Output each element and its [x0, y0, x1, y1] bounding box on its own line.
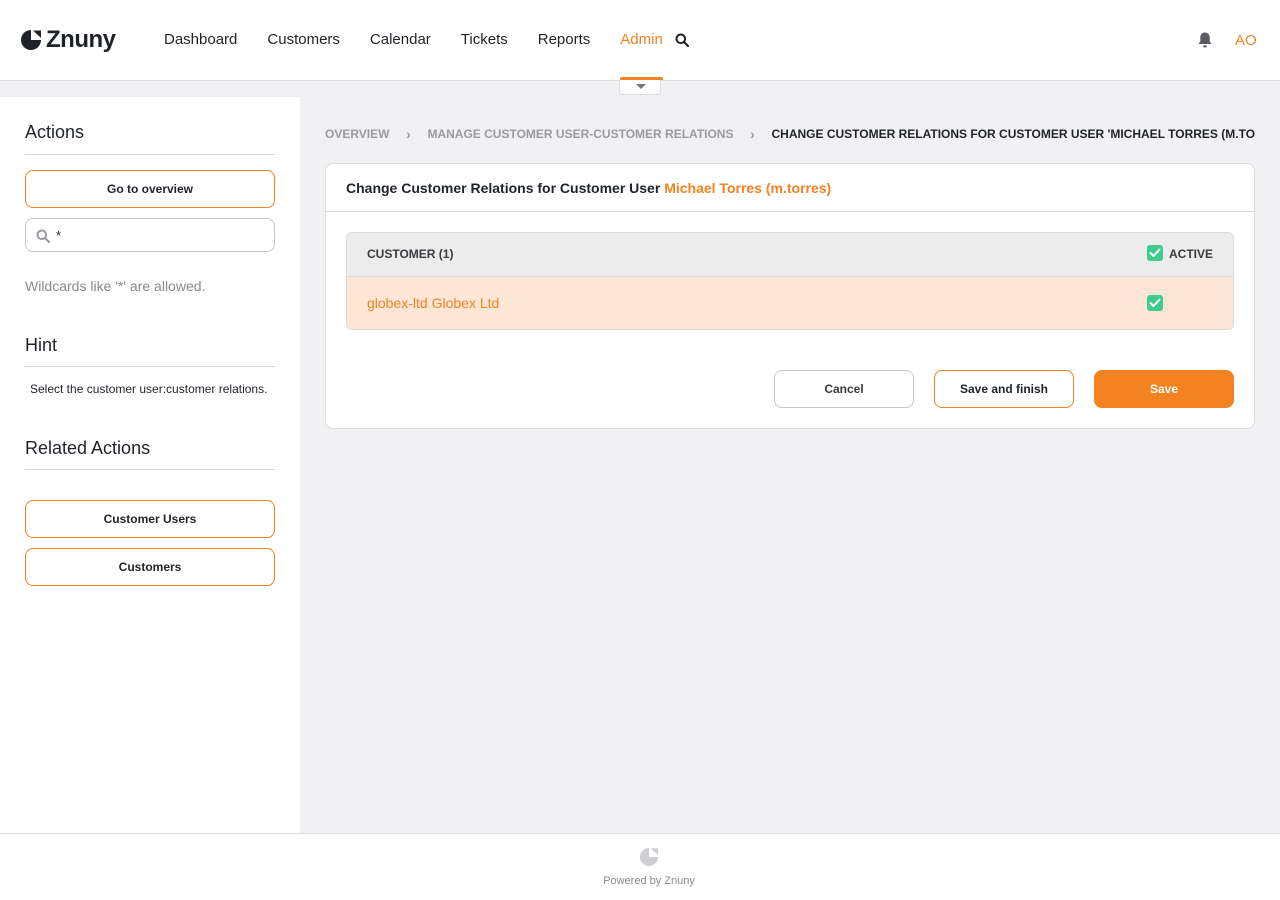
bell-icon[interactable]	[1197, 31, 1213, 49]
chevron-right-icon: ›	[406, 126, 411, 142]
header-collapse-toggle[interactable]	[619, 80, 661, 95]
active-checkbox[interactable]	[1147, 295, 1163, 311]
nav-customers[interactable]: Customers	[267, 0, 340, 80]
divider	[25, 469, 275, 470]
nav-admin[interactable]: Admin	[620, 0, 663, 80]
hint-title: Hint	[25, 335, 58, 355]
actions-title: Actions	[25, 122, 85, 142]
customers-button[interactable]: Customers	[25, 548, 275, 586]
breadcrumb-current: CHANGE CUSTOMER RELATIONS FOR CUSTOMER U…	[771, 127, 1256, 141]
znuny-logo-icon	[21, 30, 41, 50]
breadcrumb-manage-relations[interactable]: MANAGE CUSTOMER USER-CUSTOMER RELATIONS	[427, 127, 733, 141]
select-all-checkbox[interactable]	[1147, 245, 1163, 261]
save-and-finish-button[interactable]: Save and finish	[934, 370, 1074, 408]
customer-link[interactable]: globex-ltd Globex Ltd	[367, 295, 499, 311]
divider	[25, 366, 275, 367]
top-header: Znuny Dashboard Customers Calendar Ticke…	[0, 0, 1280, 95]
chevron-down-icon	[636, 84, 646, 89]
breadcrumb-overview[interactable]: OVERVIEW	[325, 127, 389, 141]
card-title-user: Michael Torres (m.torres)	[664, 180, 832, 196]
related-actions-title: Related Actions	[25, 438, 151, 458]
relations-table: CUSTOMER (1) ACTIVE globex-ltd Globex Lt…	[346, 232, 1234, 330]
table-header: CUSTOMER (1) ACTIVE	[347, 233, 1233, 277]
search-icon[interactable]	[675, 33, 689, 47]
nav-calendar[interactable]: Calendar	[370, 0, 431, 80]
checkbox-checked-icon	[1149, 248, 1161, 257]
col-active: ACTIVE	[1169, 247, 1214, 261]
go-to-overview-button[interactable]: Go to overview	[25, 170, 275, 208]
sidebar: Actions Go to overview Wildcards like '*…	[0, 97, 300, 833]
wildcard-hint: Wildcards like '*' are allowed.	[25, 278, 206, 294]
customer-users-button[interactable]: Customer Users	[25, 500, 275, 538]
card-title: Change Customer Relations for Customer U…	[326, 164, 1254, 212]
user-avatar[interactable]: AO	[1235, 32, 1257, 49]
search-icon	[36, 229, 50, 243]
main-nav: Dashboard Customers Calendar Tickets Rep…	[164, 0, 693, 80]
hint-text: Select the customer user:customer relati…	[30, 382, 268, 396]
table-row: globex-ltd Globex Ltd	[347, 277, 1233, 329]
save-button[interactable]: Save	[1094, 370, 1234, 408]
nav-dashboard[interactable]: Dashboard	[164, 0, 237, 80]
relations-card: Change Customer Relations for Customer U…	[325, 163, 1255, 429]
nav-tickets[interactable]: Tickets	[461, 0, 508, 80]
checkbox-checked-icon	[1149, 298, 1161, 307]
nav-reports[interactable]: Reports	[538, 0, 591, 80]
col-customer: CUSTOMER (1)	[367, 247, 454, 261]
footer: Powered by Znuny	[0, 833, 1280, 900]
card-title-prefix: Change Customer Relations for Customer U…	[346, 180, 661, 196]
divider	[25, 154, 275, 155]
znuny-logo-icon	[639, 847, 659, 867]
cancel-button[interactable]: Cancel	[774, 370, 914, 408]
powered-by-text: Powered by Znuny	[603, 875, 695, 887]
app-name: Znuny	[46, 26, 116, 53]
breadcrumb: OVERVIEW › MANAGE CUSTOMER USER-CUSTOMER…	[325, 126, 1255, 142]
filter-field[interactable]	[25, 218, 275, 252]
znuny-logo[interactable]: Znuny	[20, 26, 116, 54]
chevron-right-icon: ›	[750, 126, 755, 142]
filter-input[interactable]	[56, 225, 266, 245]
